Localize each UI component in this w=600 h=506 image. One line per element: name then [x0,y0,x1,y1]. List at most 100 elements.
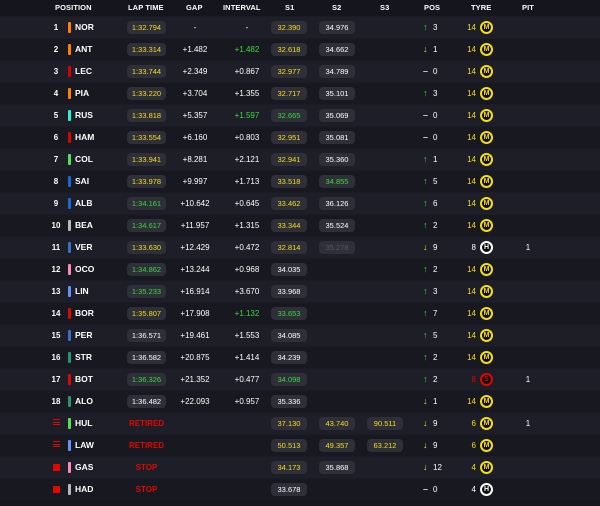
driver-code[interactable]: GAS [75,457,93,478]
tyre-compound-letter: M [483,420,490,427]
driver-code[interactable]: RUS [75,105,93,126]
sector-1-time: 32.390 [271,21,307,34]
timing-row[interactable]: LAW RETIRED 50.513 49.357 63.212 ↓ 9 6 M [0,434,600,456]
timing-row[interactable]: 12 OCO 1:34.862 +13.244 +0.968 34.035 ↑ 2 14 M [0,258,600,280]
timing-row[interactable]: 10 BEA 1:34.617 +11.957 +1.315 33.344 35.524 ↑ 2… [0,214,600,236]
tyre-laps: 6 [471,419,476,428]
driver-code[interactable]: BOR [75,303,94,324]
tyre-compound-letter: S [484,376,489,383]
driver-code[interactable]: ALB [75,193,92,214]
timing-row[interactable]: 16 STR 1:36.582 +20.875 +1.414 34.239 ↑ 2 14 M [0,346,600,368]
position-number: 2 [53,45,59,54]
gap-value: +8.281 [182,155,208,164]
driver-code[interactable]: COL [75,149,93,170]
sector-2-time: 34.789 [319,65,355,78]
gap-value: +13.244 [180,265,210,274]
timing-row[interactable]: 14 BOR 1:35.807 +17.908 +1.132 33.653 ↑ 7 14 M [0,302,600,324]
interval-value: +0.472 [234,243,260,252]
tyre-compound-letter: M [483,266,490,273]
driver-code[interactable]: BOT [75,369,93,390]
retired-flag-icon [53,419,60,427]
timing-row[interactable]: 7 COL 1:33.941 +8.281 +2.121 32.941 35.360 ↑ 1 14… [0,148,600,170]
interval-value: +0.968 [234,265,260,274]
driver-code[interactable]: STR [75,347,92,368]
lap-time: 1:35.807 [127,307,166,320]
driver-code[interactable]: LEC [75,61,92,82]
hard-tyre-icon: H [480,483,493,496]
driver-code[interactable]: LAW [75,435,94,456]
timing-row[interactable]: 8 SAI 1:33.978 +9.997 +1.713 33.518 34.855 ↑ 5 14… [0,170,600,192]
driver-code[interactable]: OCO [75,259,94,280]
sector-1-time: 33.462 [271,197,307,210]
timing-row[interactable]: GAS STOP 34.173 35.868 ↓ 12 4 M [0,456,600,478]
driver-code[interactable]: LIN [75,281,89,302]
tyre-compound-letter: M [483,156,490,163]
team-color-bar [68,132,71,143]
pit-count: 1 [525,243,531,252]
tyre-compound-letter: M [483,332,490,339]
medium-tyre-icon: M [480,43,493,56]
tyre-compound-letter: M [483,464,490,471]
hard-tyre-icon: H [480,241,493,254]
tyre-laps: 14 [467,67,476,76]
driver-code[interactable]: VER [75,237,92,258]
interval-value: +0.957 [234,397,260,406]
timing-row[interactable]: 13 LIN 1:35.233 +16.914 +3.670 33.968 ↑ 3 14 M [0,280,600,302]
medium-tyre-icon: M [480,307,493,320]
team-color-bar [68,286,71,297]
driver-code[interactable]: PER [75,325,92,346]
sector-3-time: 90.511 [367,417,403,430]
driver-code[interactable]: HAD [75,479,93,500]
timing-row[interactable]: 18 ALO 1:36.482 +22.093 +0.957 35.336 ↓ 1 14 M [0,390,600,412]
arrow-up-icon: ↑ [423,330,428,340]
sector-3-time: 63.212 [367,439,403,452]
driver-code[interactable]: SAI [75,171,89,192]
driver-code[interactable]: ALO [75,391,93,412]
lap-time: 1:36.482 [127,395,166,408]
timing-row[interactable]: 6 HAM 1:33.554 +6.160 +0.803 32.951 35.081 –0 14… [0,126,600,148]
timing-row[interactable]: 4 PIA 1:33.220 +3.704 +1.355 32.717 35.101 ↑ 3 14… [0,82,600,104]
arrow-up-icon: ↑ [423,352,428,362]
driver-code[interactable]: PIA [75,83,89,104]
team-color-bar [68,242,71,253]
driver-code[interactable]: HAM [75,127,94,148]
position-number: 3 [53,67,59,76]
timing-row[interactable]: 5 RUS 1:33.818 +5.357 +1.597 32.665 35.069 –0 14… [0,104,600,126]
timing-row[interactable]: HAD STOP 33.678 –0 4 H [0,478,600,500]
driver-code[interactable]: NOR [75,17,94,38]
timing-row[interactable]: 3 LEC 1:33.744 +2.349 +0.867 32.977 34.789 –0 14… [0,60,600,82]
timing-row[interactable]: 2 ANT 1:33.314 +1.482 +1.482 32.618 34.662 ↓ 1 14… [0,38,600,60]
timing-row[interactable]: HUL RETIRED 37.130 43.740 90.511 ↓ 9 6 M 1 [0,412,600,434]
sector-1-time: 32.977 [271,65,307,78]
sector-2-time: 35.524 [319,219,355,232]
team-color-bar [68,88,71,99]
interval-value: +1.355 [234,89,260,98]
driver-code[interactable]: HUL [75,413,92,434]
sector-1-time: 33.968 [271,285,307,298]
header-interval: INTERVAL [223,3,261,12]
sector-1-time: 37.130 [271,417,307,430]
driver-code[interactable]: ANT [75,39,92,60]
header-tyre: TYRE [471,3,492,12]
driver-code[interactable]: BEA [75,215,93,236]
interval-value: +1.597 [234,111,260,120]
timing-row[interactable]: 9 ALB 1:34.161 +10.642 +0.645 33.462 36.126 ↑ 6 1… [0,192,600,214]
timing-row[interactable]: 17 BOT 1:36.326 +21.352 +0.477 34.098 ↑ 2 8 S 1 [0,368,600,390]
position-number: 18 [51,397,61,406]
position-change: 3 [433,23,438,32]
status-label: RETIRED [128,441,165,450]
position-number: 10 [51,221,61,230]
timing-row[interactable]: 11 VER 1:33.630 +12.429 +0.472 32.814 35.278 ↓ 9… [0,236,600,258]
sector-1-time: 33.344 [271,219,307,232]
arrow-up-icon: ↑ [423,264,428,274]
tyre-laps: 14 [467,133,476,142]
dash-icon: – [423,132,429,142]
position-change: 0 [433,485,438,494]
tyre-compound-letter: M [483,112,490,119]
position-change: 1 [433,45,438,54]
retired-flag-icon [53,441,60,449]
timing-row[interactable]: 1 NOR 1:32.794 - - 32.390 34.976 ↑ 3 14 M [0,16,600,38]
tyre-compound-letter: M [483,222,490,229]
dash-icon: – [423,484,429,494]
timing-row[interactable]: 15 PER 1:36.571 +19.461 +1.553 34.085 ↑ 5 14 M [0,324,600,346]
